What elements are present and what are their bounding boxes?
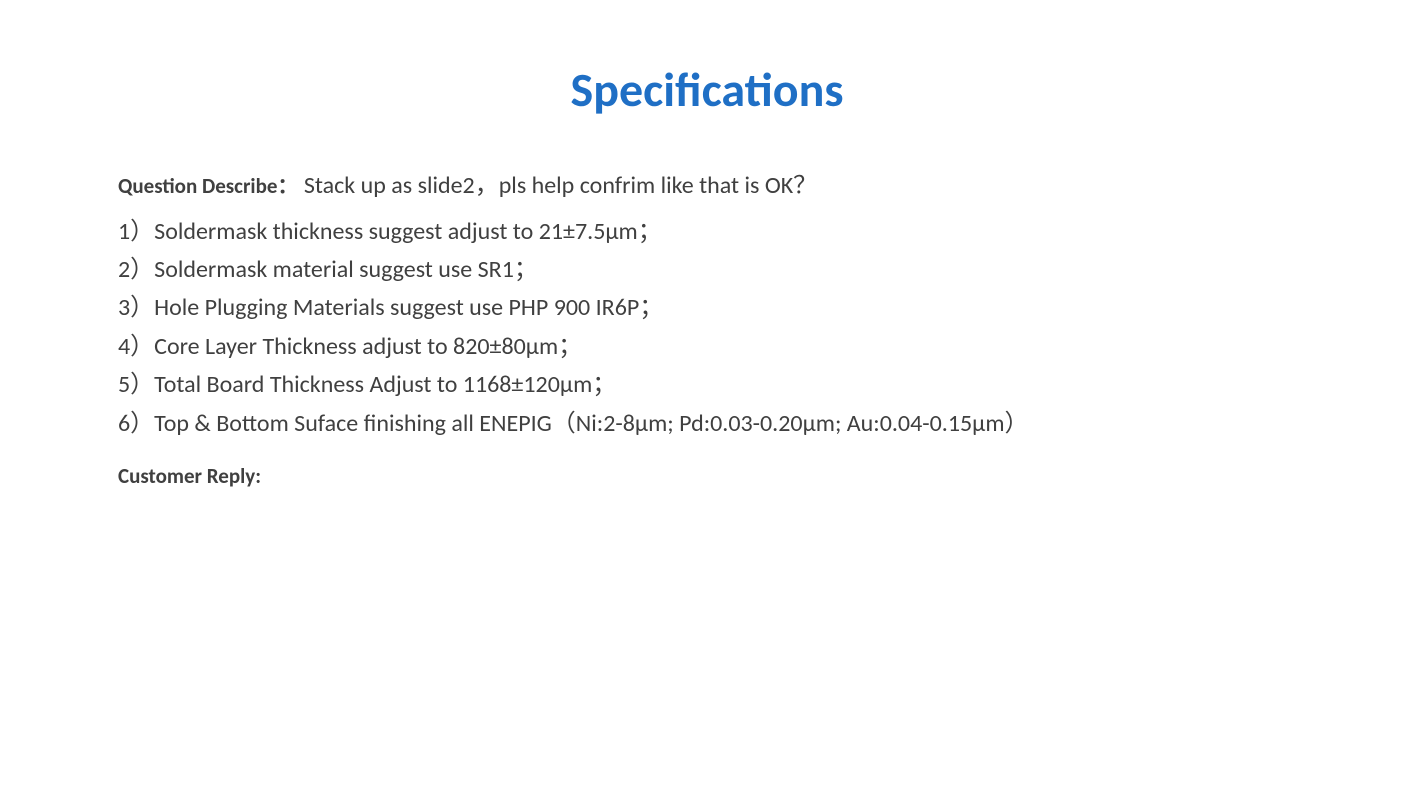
spec-item-3: 3）Hole Plugging Materials suggest use PH… — [118, 289, 1296, 327]
spec-item-5: 5）Total Board Thickness Adjust to 1168±1… — [118, 366, 1296, 404]
spec-item-1: 1）Soldermask thickness suggest adjust to… — [118, 213, 1296, 251]
slide-container: Specifications Question Describe： Stack … — [0, 0, 1414, 791]
question-text: Stack up as slide2，pls help confrim like… — [304, 171, 817, 200]
question-label: Question Describe： — [118, 173, 298, 199]
spec-item-2: 2）Soldermask material suggest use SR1； — [118, 251, 1296, 289]
content-block: Question Describe： Stack up as slide2，pl… — [118, 169, 1296, 489]
spec-item-6: 6）Top & Bottom Suface finishing all ENEP… — [118, 405, 1296, 443]
spec-item-4: 4）Core Layer Thickness adjust to 820±80μ… — [118, 328, 1296, 366]
question-describe-line: Question Describe： Stack up as slide2，pl… — [118, 169, 1296, 203]
customer-reply-label: Customer Reply: — [118, 463, 1296, 489]
slide-title: Specifications — [118, 60, 1296, 119]
